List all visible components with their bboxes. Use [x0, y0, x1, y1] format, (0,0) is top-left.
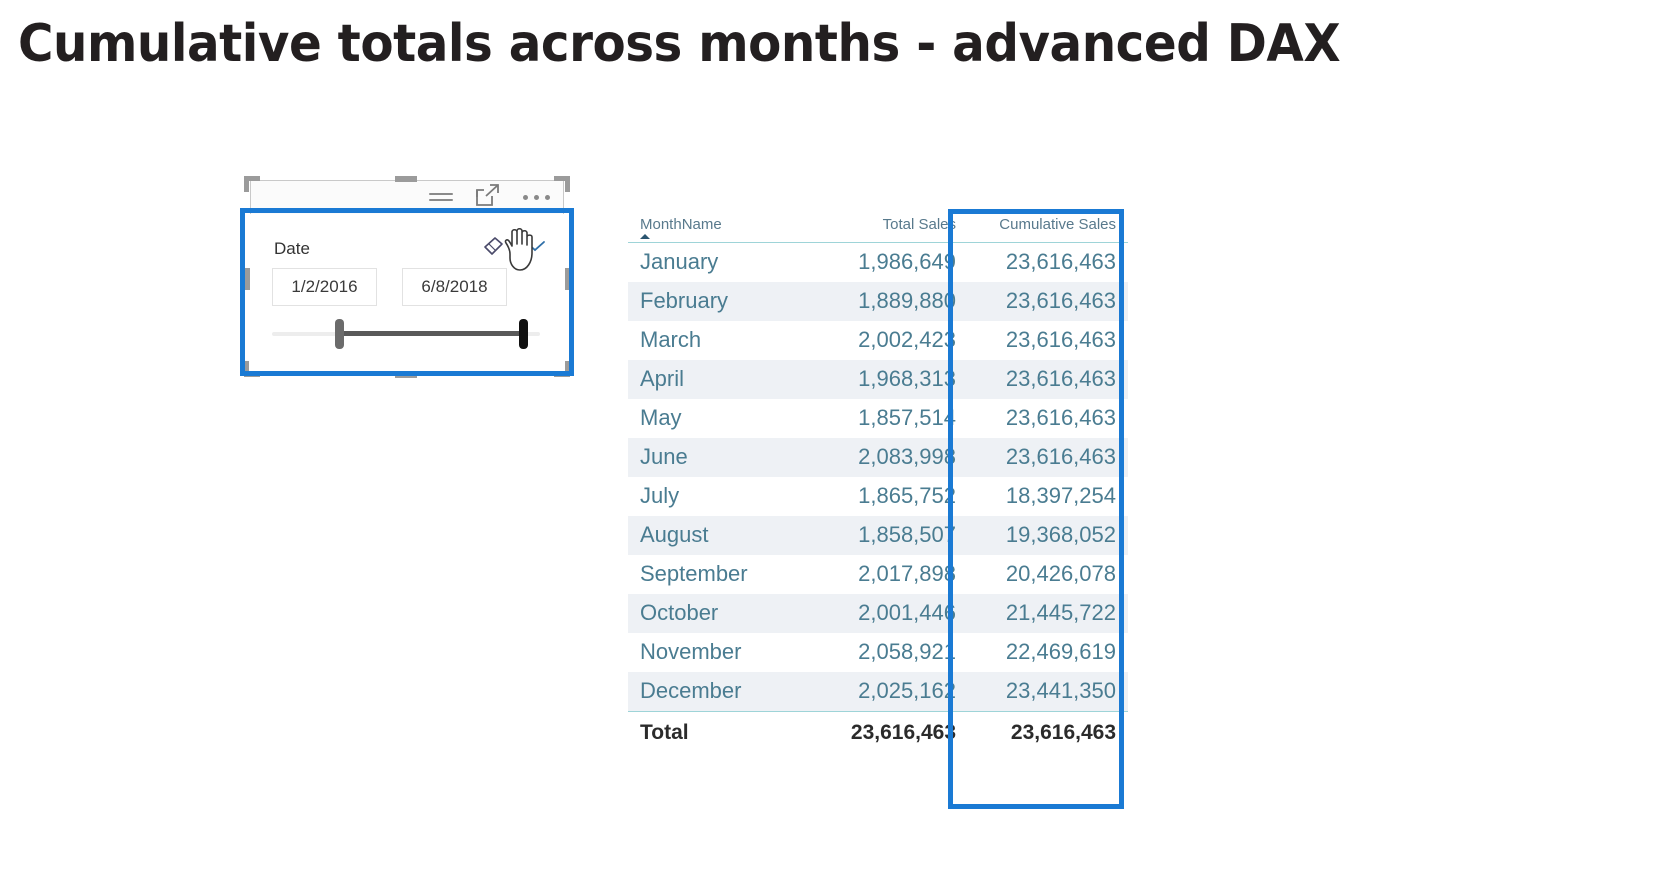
column-header-monthname[interactable]: MonthName — [628, 212, 810, 243]
slicer-body: Date 1/2/2016 6/8/2018 — [250, 214, 564, 374]
cell-cumulative-sales: 20,426,078 — [968, 555, 1128, 594]
cell-month: July — [628, 477, 810, 516]
cell-total-sales: 1,858,507 — [810, 516, 968, 555]
table-body: January 1,986,649 23,616,463 February 1,… — [628, 242, 1128, 752]
slider-handle-start[interactable] — [335, 319, 344, 349]
table-row[interactable]: May 1,857,514 23,616,463 — [628, 399, 1128, 438]
cell-month: December — [628, 672, 810, 712]
table-row[interactable]: November 2,058,921 22,469,619 — [628, 633, 1128, 672]
cell-total-sales: 1,889,880 — [810, 282, 968, 321]
cell-total-label: Total — [628, 711, 810, 752]
table-row[interactable]: January 1,986,649 23,616,463 — [628, 242, 1128, 282]
cell-month: April — [628, 360, 810, 399]
cell-total-sales: 1,968,313 — [810, 360, 968, 399]
visual-header — [250, 180, 564, 214]
eraser-icon[interactable] — [482, 236, 504, 261]
cell-month: September — [628, 555, 810, 594]
cell-total-sales: 1,986,649 — [810, 242, 968, 282]
filter-icon[interactable] — [429, 193, 453, 201]
cell-month: November — [628, 633, 810, 672]
cell-month: October — [628, 594, 810, 633]
cell-cumulative-sales: 23,616,463 — [968, 360, 1128, 399]
date-range-slider[interactable] — [272, 319, 540, 349]
table-row[interactable]: August 1,858,507 19,368,052 — [628, 516, 1128, 555]
table-row[interactable]: June 2,083,998 23,616,463 — [628, 438, 1128, 477]
cell-month: August — [628, 516, 810, 555]
table-total-row[interactable]: Total 23,616,463 23,616,463 — [628, 711, 1128, 752]
table-row[interactable]: December 2,025,162 23,441,350 — [628, 672, 1128, 712]
date-slicer-visual[interactable]: Date 1/2/2016 6/8/2018 — [240, 176, 574, 382]
table-header-row: MonthName Total Sales Cumulative Sales — [628, 212, 1128, 243]
slider-selected-range[interactable] — [340, 331, 525, 336]
cell-total-sales: 2,017,898 — [810, 555, 968, 594]
cell-cumulative-sales: 23,616,463 — [968, 321, 1128, 360]
cell-cumulative-sales: 19,368,052 — [968, 516, 1128, 555]
cell-total-sales: 2,001,446 — [810, 594, 968, 633]
cell-cumulative-sales: 21,445,722 — [968, 594, 1128, 633]
cell-cumulative-sales: 23,441,350 — [968, 672, 1128, 712]
column-header-total-sales[interactable]: Total Sales — [810, 212, 968, 243]
resize-handle-top-right-v[interactable] — [565, 176, 570, 192]
more-options-icon[interactable] — [523, 194, 550, 200]
cell-total-sales: 2,058,921 — [810, 633, 968, 672]
cell-total-cumulative-sales: 23,616,463 — [968, 711, 1128, 752]
cell-month: January — [628, 242, 810, 282]
cell-cumulative-sales: 22,469,619 — [968, 633, 1128, 672]
sort-ascending-icon — [640, 234, 650, 239]
table-row[interactable]: September 2,017,898 20,426,078 — [628, 555, 1128, 594]
cell-total-sales: 1,865,752 — [810, 477, 968, 516]
cell-month: May — [628, 399, 810, 438]
column-header-monthname-label: MonthName — [640, 216, 722, 233]
resize-handle-bottom-left-v[interactable] — [244, 361, 249, 377]
cell-cumulative-sales: 23,616,463 — [968, 438, 1128, 477]
table-row[interactable]: July 1,865,752 18,397,254 — [628, 477, 1128, 516]
cell-month: March — [628, 321, 810, 360]
cell-total-sales: 2,002,423 — [810, 321, 968, 360]
page-title: Cumulative totals across months - advanc… — [18, 14, 1341, 74]
start-date-input[interactable]: 1/2/2016 — [272, 268, 377, 306]
table-row[interactable]: March 2,002,423 23,616,463 — [628, 321, 1128, 360]
column-header-cumulative-sales-label: Cumulative Sales — [999, 216, 1116, 233]
focus-mode-icon[interactable] — [475, 183, 501, 212]
cell-cumulative-sales: 23,616,463 — [968, 399, 1128, 438]
chevron-down-icon[interactable] — [524, 239, 546, 258]
column-header-total-sales-label: Total Sales — [882, 216, 956, 233]
slicer-title-row: Date — [274, 236, 546, 261]
resize-handle-bottom-right-v[interactable] — [565, 361, 570, 377]
table-row[interactable]: February 1,889,880 23,616,463 — [628, 282, 1128, 321]
cell-total-total-sales: 23,616,463 — [810, 711, 968, 752]
end-date-input[interactable]: 6/8/2018 — [402, 268, 507, 306]
column-header-cumulative-sales[interactable]: Cumulative Sales — [968, 212, 1128, 243]
cell-total-sales: 2,083,998 — [810, 438, 968, 477]
resize-handle-top-left-v[interactable] — [244, 176, 249, 192]
resize-handle-middle-right[interactable] — [565, 268, 571, 290]
cell-month: June — [628, 438, 810, 477]
matrix-visual[interactable]: MonthName Total Sales Cumulative Sales J… — [628, 212, 1128, 752]
cell-cumulative-sales: 23,616,463 — [968, 242, 1128, 282]
cell-total-sales: 2,025,162 — [810, 672, 968, 712]
table-row[interactable]: April 1,968,313 23,616,463 — [628, 360, 1128, 399]
cell-total-sales: 1,857,514 — [810, 399, 968, 438]
slider-handle-end[interactable] — [519, 319, 528, 349]
cell-cumulative-sales: 23,616,463 — [968, 282, 1128, 321]
slicer-field-label: Date — [274, 238, 310, 258]
table-row[interactable]: October 2,001,446 21,445,722 — [628, 594, 1128, 633]
cell-cumulative-sales: 18,397,254 — [968, 477, 1128, 516]
cell-month: February — [628, 282, 810, 321]
sales-matrix-table: MonthName Total Sales Cumulative Sales J… — [628, 212, 1128, 752]
